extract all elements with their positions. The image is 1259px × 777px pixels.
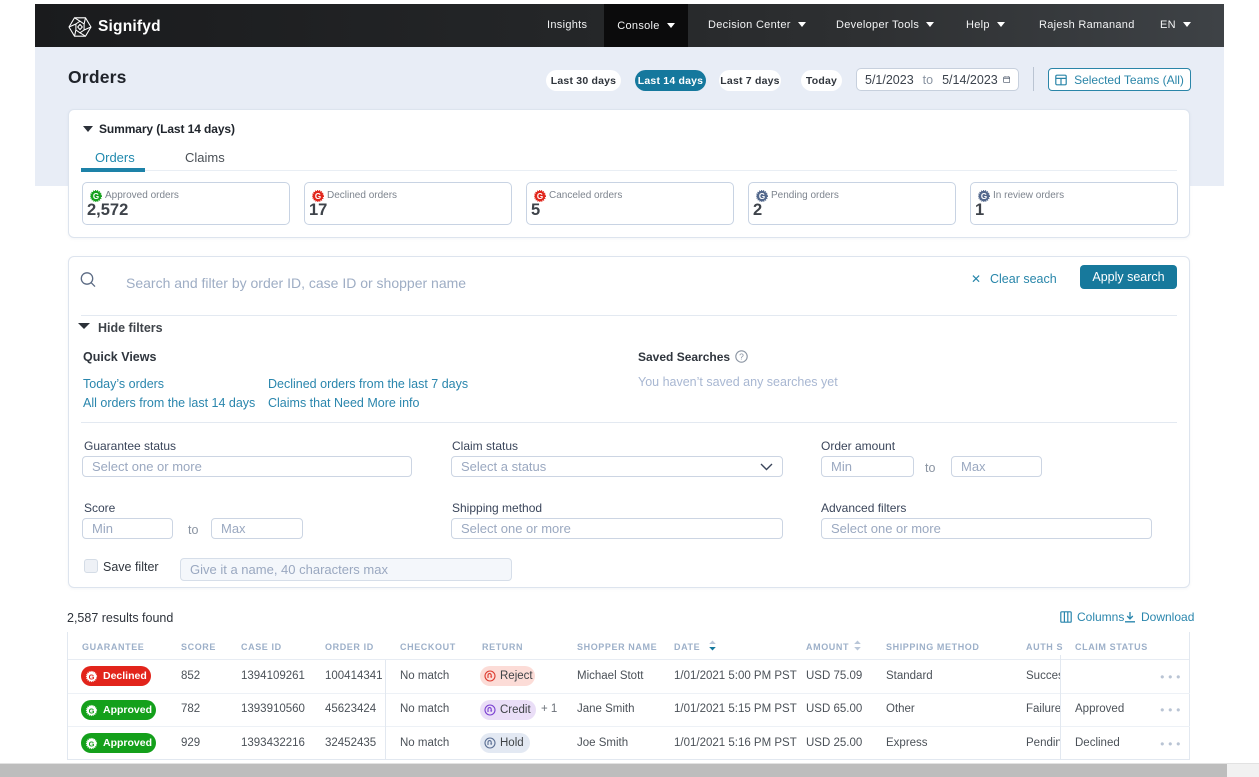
svg-text:G: G <box>89 706 95 715</box>
svg-text:G: G <box>981 192 987 201</box>
svg-text:?: ? <box>739 351 744 361</box>
svg-text:G: G <box>759 192 765 201</box>
svg-text:G: G <box>537 192 543 201</box>
svg-text:G: G <box>89 672 95 681</box>
svg-text:G: G <box>93 192 99 201</box>
svg-text:G: G <box>315 192 321 201</box>
svg-text:G: G <box>89 739 95 748</box>
